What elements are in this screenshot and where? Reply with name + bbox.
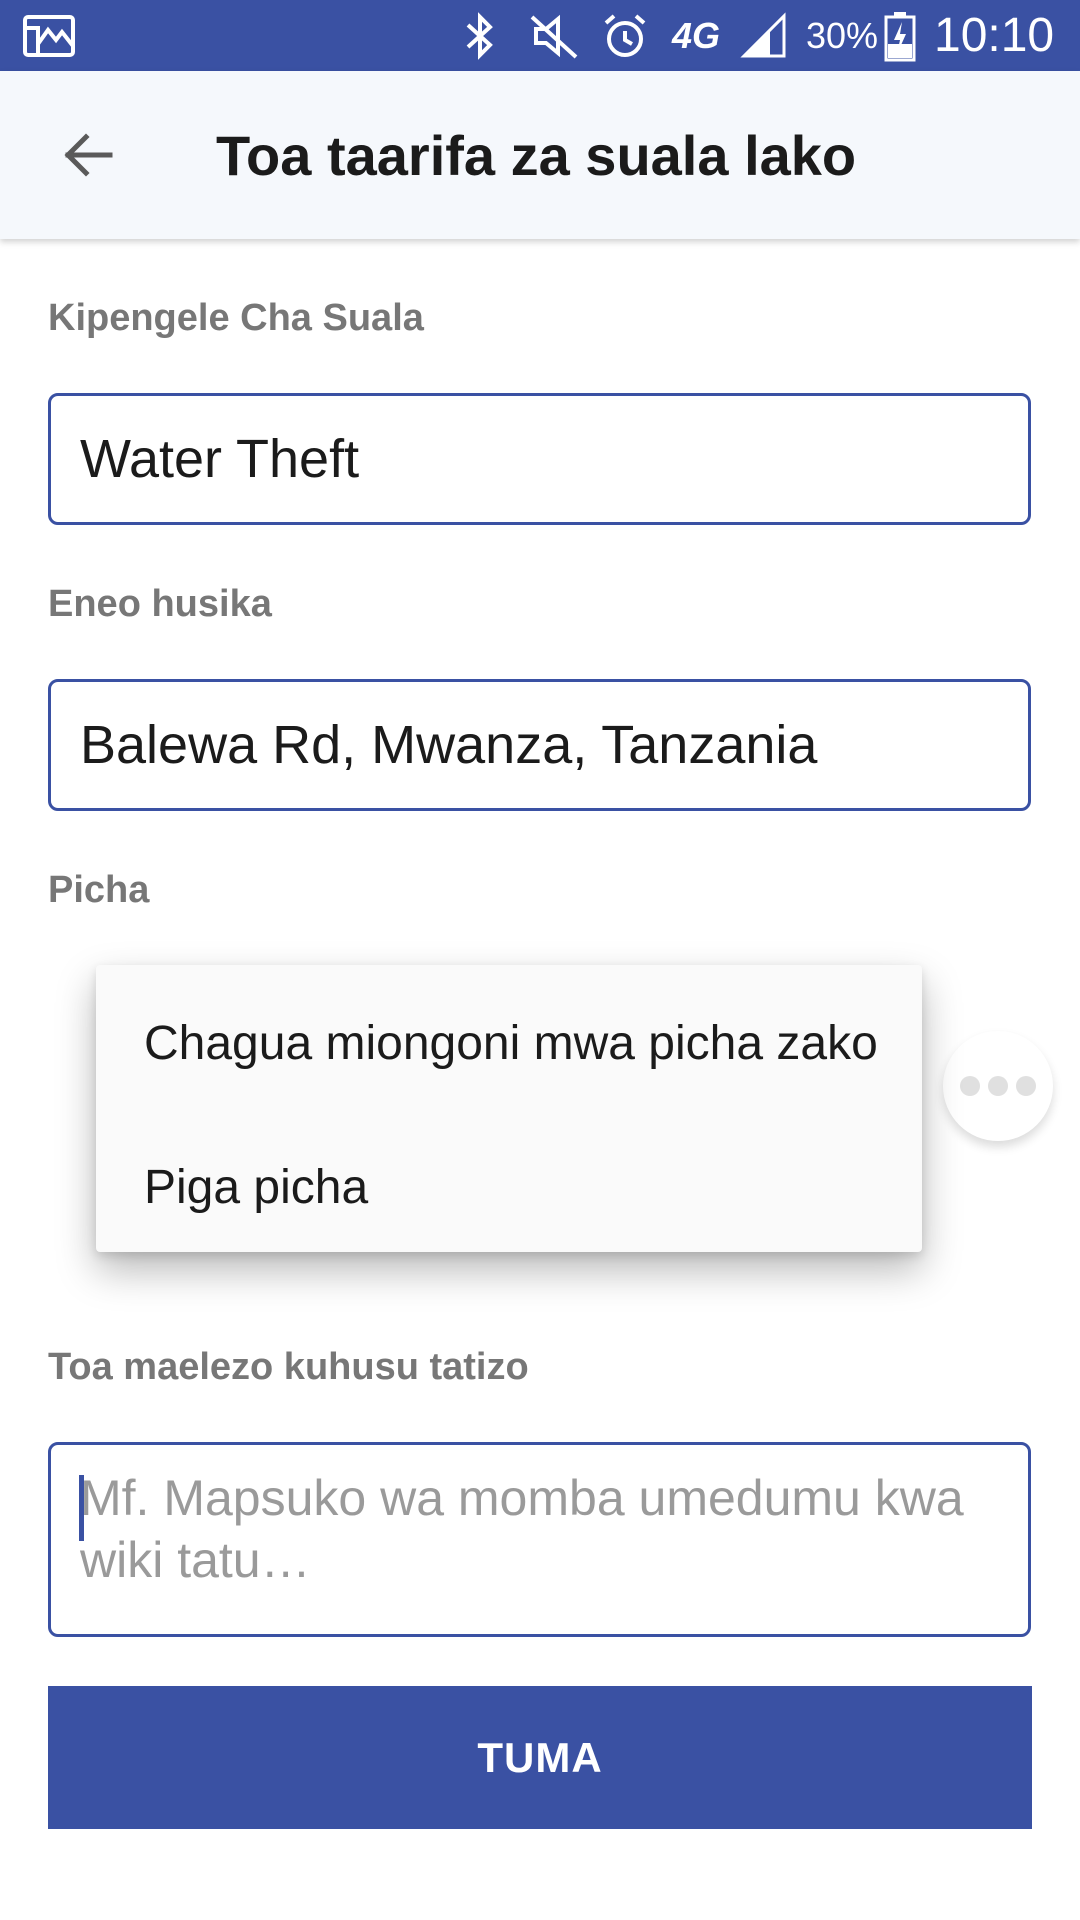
clock: 10:10 [934, 9, 1055, 62]
network-4g-icon: 4G [672, 14, 721, 56]
description-placeholder: Mf. Mapsuko wa momba umedumu kwa wiki ta… [80, 1470, 964, 1588]
status-bar: 4G 30% 10:10 [0, 0, 1080, 71]
gallery-notification-icon [22, 0, 76, 71]
photo-source-menu: Chagua miongoni mwa picha zako Piga pich… [96, 965, 922, 1252]
more-options-button[interactable] [943, 1031, 1053, 1141]
menu-item-take-photo[interactable]: Piga picha [96, 1117, 922, 1257]
back-button[interactable] [40, 107, 136, 203]
location-field[interactable]: Balewa Rd, Mwanza, Tanzania [48, 679, 1031, 811]
arrow-back-icon [64, 133, 113, 177]
battery-percent: 30% [806, 14, 879, 56]
more-dots-icon [960, 1076, 980, 1096]
signal-icon [740, 0, 788, 71]
category-field[interactable]: Water Theft [48, 393, 1031, 525]
battery-charging-icon [884, 0, 916, 71]
description-field[interactable]: Mf. Mapsuko wa momba umedumu kwa wiki ta… [48, 1442, 1031, 1637]
location-value: Balewa Rd, Mwanza, Tanzania [80, 715, 818, 775]
location-label: Eneo husika [48, 583, 272, 625]
photo-label: Picha [48, 869, 150, 911]
menu-item-choose-photo[interactable]: Chagua miongoni mwa picha zako [96, 973, 922, 1113]
app-bar: Toa taarifa za suala lako [0, 71, 1080, 239]
description-label: Toa maelezo kuhusu tatizo [48, 1346, 529, 1388]
submit-button[interactable]: TUMA [48, 1686, 1032, 1829]
category-label: Kipengele Cha Suala [48, 297, 424, 339]
category-value: Water Theft [80, 429, 360, 489]
mute-icon [528, 0, 580, 71]
page-title: Toa taarifa za suala lako [216, 123, 857, 187]
alarm-icon [600, 0, 650, 71]
bluetooth-icon [460, 0, 500, 71]
